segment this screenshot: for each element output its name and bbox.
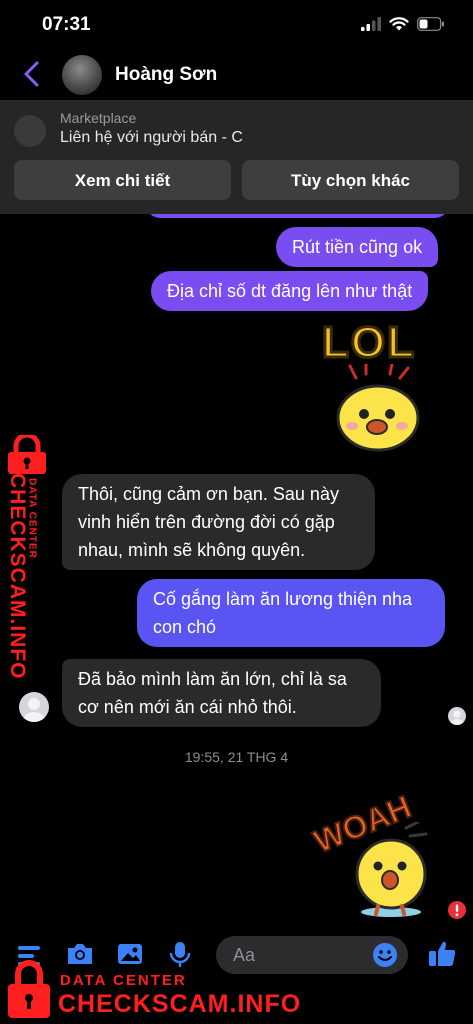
- lol-sticker[interactable]: LOL: [318, 317, 442, 454]
- message-text-line: con chó: [153, 617, 217, 637]
- message-text: Rút tiền cũng ok: [292, 237, 423, 257]
- marketplace-thumbnail: [14, 115, 46, 147]
- marketplace-label: Marketplace: [60, 110, 137, 126]
- photo-icon[interactable]: [114, 938, 146, 970]
- message-outgoing: Địa chỉ số dt đăng lên như thật: [151, 271, 429, 311]
- chick-icon: [355, 822, 428, 917]
- emoji-icon[interactable]: [372, 942, 398, 968]
- wifi-icon: [389, 17, 409, 31]
- woah-sticker[interactable]: WOAH: [308, 778, 440, 918]
- message-text: Địa chỉ số dt đăng lên như thật: [167, 281, 413, 301]
- lol-sticker-text: LOL: [321, 317, 416, 369]
- microphone-icon[interactable]: [164, 938, 196, 970]
- message-text-line: vinh hiển trên đường đời có gặp: [78, 512, 335, 532]
- chick-icon: [336, 364, 420, 452]
- watermark-vertical-label: DATA CENTER: [26, 478, 38, 559]
- marketplace-subtitle: Liên hệ với người bán - C: [60, 129, 243, 146]
- status-time: 07:31: [42, 14, 91, 35]
- contact-name[interactable]: Hoàng Sơn: [115, 64, 217, 86]
- message-text-line: Cố gắng làm ăn lương thiện nha: [153, 589, 413, 609]
- message-text-line: Đã bảo mình làm ăn lớn, chỉ là sa: [78, 669, 347, 689]
- battery-icon: [417, 17, 444, 31]
- like-icon[interactable]: [426, 938, 458, 970]
- watermark-vertical-text: CHECKSCAM.INFO: [6, 473, 29, 680]
- default-user-icon: [23, 698, 45, 722]
- message-outgoing: Cố gắng làm ăn lương thiện nha con chó: [137, 579, 445, 647]
- message-text-line: cơ nên mới ăn cái nhỏ thôi.: [78, 697, 297, 717]
- watermark-text: CHECKSCAM.INFO: [58, 990, 302, 1018]
- view-details-button[interactable]: Xem chi tiết: [14, 160, 231, 200]
- default-user-icon: [450, 710, 464, 725]
- watermark-lock-icon: [8, 960, 50, 1018]
- camera-icon[interactable]: [64, 938, 96, 970]
- error-icon[interactable]: [447, 900, 467, 920]
- back-arrow-icon[interactable]: [20, 60, 44, 88]
- sender-avatar[interactable]: [19, 692, 49, 722]
- message-incoming: Đã bảo mình làm ăn lớn, chỉ là sa cơ nên…: [62, 659, 381, 727]
- timestamp: 19:55, 21 THG 4: [184, 749, 289, 765]
- message-text-line: nhau, mình sẽ không quyên.: [78, 540, 306, 560]
- message-input[interactable]: Aa: [216, 936, 408, 974]
- watermark-label: DATA CENTER: [60, 972, 187, 989]
- read-receipt-avatar: [448, 707, 466, 725]
- more-options-button[interactable]: Tùy chọn khác: [242, 160, 459, 200]
- signal-icon: [361, 17, 381, 31]
- message-incoming: Thôi, cũng cảm ơn bạn. Sau này vinh hiển…: [62, 474, 375, 570]
- contact-avatar[interactable]: [62, 55, 102, 95]
- message-text-line: Thôi, cũng cảm ơn bạn. Sau này: [78, 484, 339, 504]
- message-input-placeholder: Aa: [233, 945, 256, 965]
- message-outgoing: Rút tiền cũng ok: [276, 227, 439, 267]
- status-icons: [361, 17, 445, 31]
